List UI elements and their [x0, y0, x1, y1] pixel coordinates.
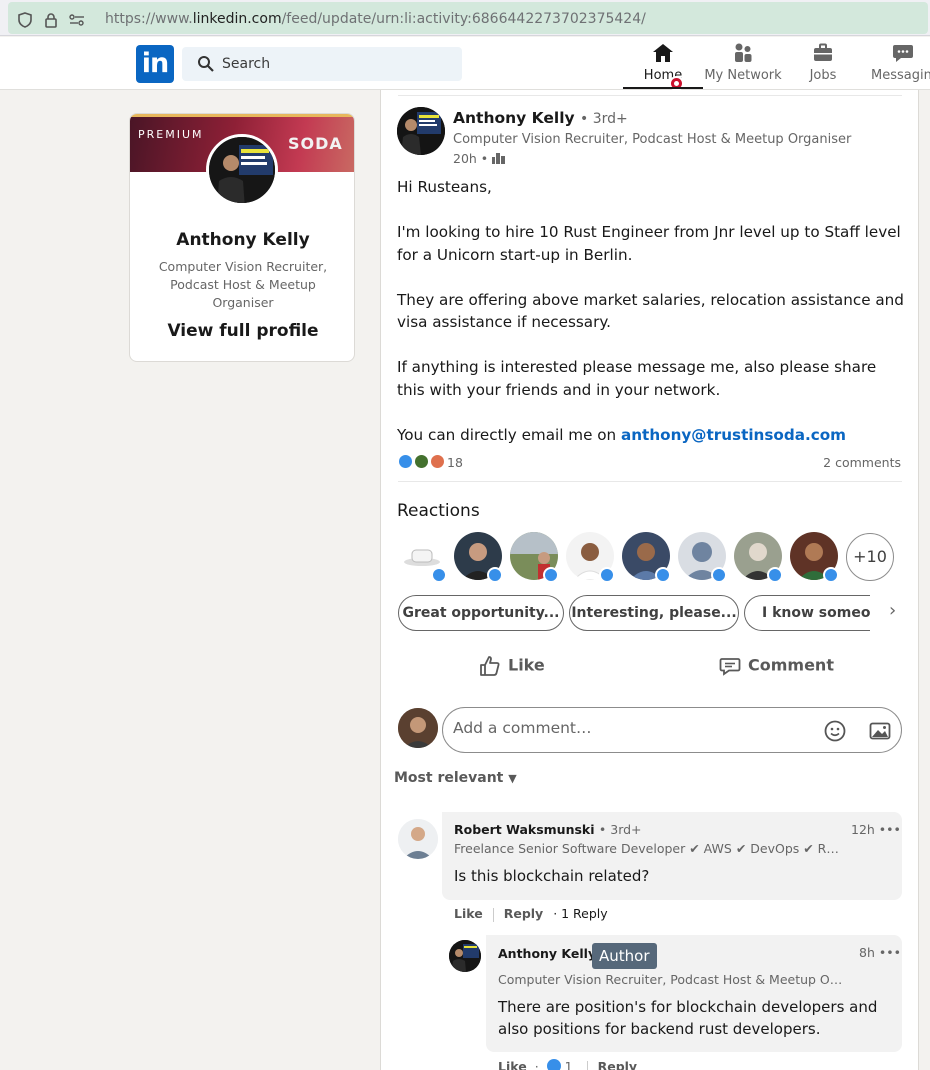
- like-badge-icon: [431, 567, 447, 583]
- reply-like-count[interactable]: 1: [565, 1059, 573, 1070]
- reply-reply-button[interactable]: Reply: [598, 1059, 637, 1070]
- banner-brand: SODA: [288, 134, 343, 153]
- address-field[interactable]: https://www.linkedin.com/feed/update/urn…: [8, 2, 928, 34]
- reactions-heading: Reactions: [397, 501, 480, 521]
- nav-item-jobs[interactable]: Jobs: [798, 41, 848, 89]
- like-badge-icon: [487, 567, 503, 583]
- author-badge: Author: [592, 943, 657, 969]
- nav-item-messaging[interactable]: Messaging: [868, 41, 930, 89]
- profile-name[interactable]: Anthony Kelly: [130, 230, 354, 250]
- url-text[interactable]: https://www.linkedin.com/feed/update/urn…: [105, 11, 646, 27]
- permissions-icon[interactable]: [68, 11, 86, 29]
- divider: [398, 481, 902, 482]
- commenter-headline: Freelance Senior Software Developer ✔ AW…: [454, 841, 839, 856]
- network-icon: [735, 43, 752, 62]
- premium-label: PREMIUM: [138, 128, 204, 141]
- profile-card: PREMIUM SODA Anthony Kelly Computer Visi…: [129, 113, 355, 362]
- post-paragraph: I'm looking to hire 10 Rust Engineer fro…: [397, 223, 901, 264]
- connection-degree: • 3rd+: [580, 111, 628, 127]
- reply-author-name[interactable]: Anthony Kelly: [498, 946, 596, 961]
- shield-icon[interactable]: [16, 11, 34, 29]
- commenter-name[interactable]: Robert Waksmunski • 3rd+: [454, 822, 642, 837]
- suggested-comment-chip[interactable]: Great opportunity...: [398, 595, 564, 631]
- comment-like-button[interactable]: Like: [454, 906, 483, 921]
- more-reactors-button[interactable]: +10: [846, 533, 894, 581]
- post-paragraph: You can directly email me on anthony@tru…: [397, 425, 846, 444]
- connections-visibility-icon: [492, 153, 506, 164]
- post-author-headline: Computer Vision Recruiter, Podcast Host …: [453, 132, 852, 147]
- caret-down-icon: ▼: [508, 772, 517, 785]
- nav-label-jobs: Jobs: [809, 68, 837, 83]
- comments-count[interactable]: 2 comments: [823, 455, 901, 470]
- emoji-icon[interactable]: [823, 719, 847, 743]
- top-navigation: in Search Home My Network Jobs Messaging: [0, 37, 930, 91]
- post-timestamp: 20h •: [453, 151, 506, 166]
- like-badge-icon: [543, 567, 559, 583]
- reply-text: There are position's for blockchain deve…: [498, 998, 878, 1038]
- post-paragraph: They are offering above market salaries,…: [397, 290, 904, 332]
- nav-label-home: Home: [643, 68, 683, 83]
- post-author-name[interactable]: Anthony Kelly • 3rd+: [453, 109, 628, 127]
- email-link[interactable]: anthony@trustinsoda.com: [621, 426, 846, 444]
- view-full-profile-link[interactable]: View full profile: [130, 321, 354, 341]
- post-detail: Anthony Kelly • 3rd+ Computer Vision Rec…: [380, 90, 919, 1070]
- nav-item-home[interactable]: Home: [623, 41, 703, 89]
- comment-icon: [719, 658, 741, 676]
- image-icon[interactable]: [868, 719, 892, 743]
- reply-actions: Like · 1 Reply: [498, 1059, 637, 1070]
- profile-headline: Computer Vision Recruiter, Podcast Host …: [158, 259, 328, 310]
- comment-button[interactable]: Comment: [718, 654, 834, 682]
- like-reaction-icon: [398, 454, 413, 469]
- support-reaction-icon: [414, 454, 429, 469]
- like-reaction-icon: [546, 1059, 561, 1070]
- like-button[interactable]: Like: [478, 654, 545, 682]
- like-badge-icon: [711, 567, 727, 583]
- reply-like-button[interactable]: Like: [498, 1059, 527, 1070]
- suggested-comment-chip[interactable]: Interesting, please...: [569, 595, 739, 631]
- reaction-count[interactable]: 18: [447, 455, 463, 470]
- replies-count-link[interactable]: · 1 Reply: [553, 906, 608, 921]
- suggested-comment-chip[interactable]: I know someone: [744, 595, 870, 631]
- reply-author-headline: Computer Vision Recruiter, Podcast Host …: [498, 972, 843, 987]
- like-badge-icon: [767, 567, 783, 583]
- thumbs-up-icon: [480, 656, 500, 676]
- post-body: Hi Rusteans, I'm looking to hire 10 Rust…: [397, 176, 905, 469]
- current-user-avatar: [398, 708, 438, 748]
- comment-placeholder: Add a comment…: [453, 719, 592, 737]
- nav-label-messaging: Messaging: [871, 68, 930, 83]
- home-icon: [653, 44, 673, 62]
- comment-input[interactable]: Add a comment…: [442, 707, 902, 753]
- post-paragraph: Hi Rusteans,: [397, 178, 492, 196]
- chevron-right-icon[interactable]: ›: [889, 600, 896, 621]
- lock-icon[interactable]: [42, 11, 60, 29]
- nav-item-my-network[interactable]: My Network: [703, 41, 783, 89]
- browser-url-bar: https://www.linkedin.com/feed/update/urn…: [0, 0, 930, 36]
- messaging-icon: [893, 45, 913, 62]
- divider: [398, 95, 902, 96]
- search-icon: [198, 56, 214, 72]
- sort-comments-dropdown[interactable]: Most relevant ▼: [394, 770, 517, 786]
- like-badge-icon: [655, 567, 671, 583]
- post-paragraph: If anything is interested please message…: [397, 358, 877, 399]
- comment-actions: Like Reply · 1 Reply: [454, 906, 608, 922]
- reply-author-avatar[interactable]: [449, 940, 481, 972]
- profile-avatar[interactable]: [206, 134, 278, 206]
- search-input[interactable]: Search: [182, 47, 462, 81]
- briefcase-icon: [814, 43, 832, 61]
- like-badge-icon: [599, 567, 615, 583]
- commenter-avatar[interactable]: [398, 819, 438, 859]
- comment-text: Is this blockchain related?: [454, 867, 650, 885]
- active-tab-indicator: [623, 87, 703, 89]
- author-avatar[interactable]: [397, 107, 445, 155]
- linkedin-logo[interactable]: in: [136, 45, 174, 83]
- comment-time-menu[interactable]: 12h •••: [851, 822, 901, 837]
- love-reaction-icon: [430, 454, 445, 469]
- nav-label-my-network: My Network: [704, 68, 782, 83]
- like-badge-icon: [823, 567, 839, 583]
- comment-reply-button[interactable]: Reply: [504, 906, 543, 921]
- search-placeholder: Search: [222, 56, 271, 72]
- reply-time-menu[interactable]: 8h •••: [859, 945, 901, 960]
